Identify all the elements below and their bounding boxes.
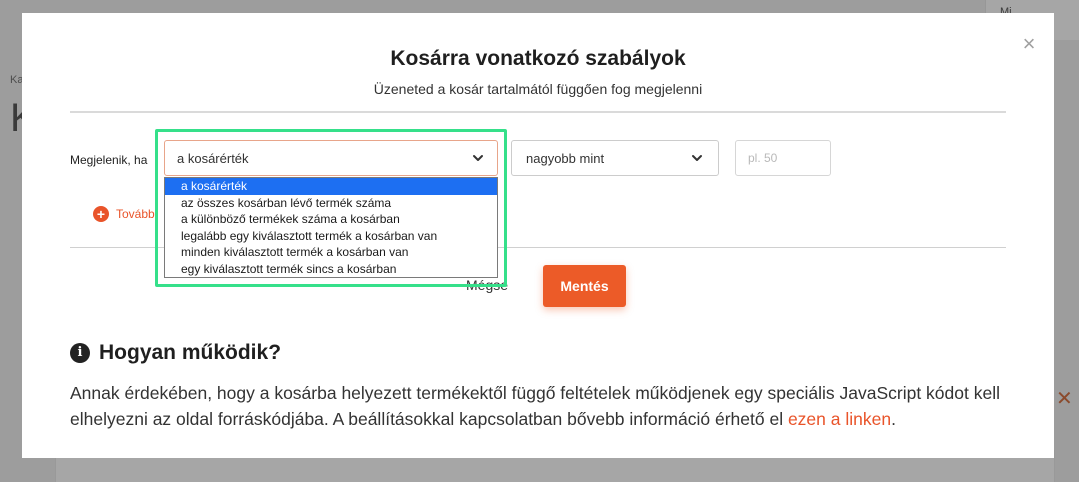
operator-select-value: nagyobb mint: [526, 150, 605, 166]
operator-select[interactable]: nagyobb mint: [511, 140, 719, 176]
save-button[interactable]: Mentés: [543, 265, 626, 307]
dropdown-option[interactable]: az összes kosárban lévő termék száma: [165, 195, 497, 212]
chevron-down-icon: [473, 155, 483, 161]
modal-subtitle: Üzeneted a kosár tartalmától függően fog…: [373, 81, 703, 97]
modal-title: Kosárra vonatkozó szabályok: [390, 47, 686, 70]
dropdown-option[interactable]: a különböző termékek száma a kosárban: [165, 211, 497, 228]
background-close-icon: ✕: [1056, 388, 1073, 410]
add-rule-label: További: [116, 207, 158, 221]
how-it-works-tail: .: [891, 409, 896, 429]
dropdown-option[interactable]: a kosárérték: [165, 178, 497, 195]
how-it-works-heading: i Hogyan működik?: [70, 341, 281, 365]
condition-select[interactable]: a kosárérték: [164, 140, 498, 176]
divider: [70, 111, 1006, 113]
dropdown-option[interactable]: egy kiválasztott termék sincs a kosárban: [165, 261, 497, 278]
cancel-button[interactable]: Mégse: [466, 277, 508, 293]
how-it-works-text: Annak érdekében, hogy a kosárba helyezet…: [70, 380, 1010, 432]
condition-select-value: a kosárérték: [177, 150, 249, 166]
rules-modal: × Kosárra vonatkozó szabályok Üzeneted a…: [22, 13, 1054, 458]
value-input[interactable]: [735, 140, 831, 176]
condition-row-label: Megjelenik, ha: [70, 153, 148, 167]
info-icon: i: [70, 343, 90, 363]
dropdown-option[interactable]: legalább egy kiválasztott termék a kosár…: [165, 228, 497, 245]
docs-link[interactable]: ezen a linken: [788, 409, 891, 429]
dropdown-option[interactable]: minden kiválasztott termék a kosárban va…: [165, 244, 497, 261]
plus-circle-icon: +: [93, 206, 109, 222]
condition-dropdown-list: a kosárérték az összes kosárban lévő ter…: [164, 177, 498, 278]
chevron-down-icon: [692, 155, 702, 161]
how-it-works-title: Hogyan működik?: [99, 341, 282, 364]
add-rule-link[interactable]: + További: [93, 206, 157, 222]
